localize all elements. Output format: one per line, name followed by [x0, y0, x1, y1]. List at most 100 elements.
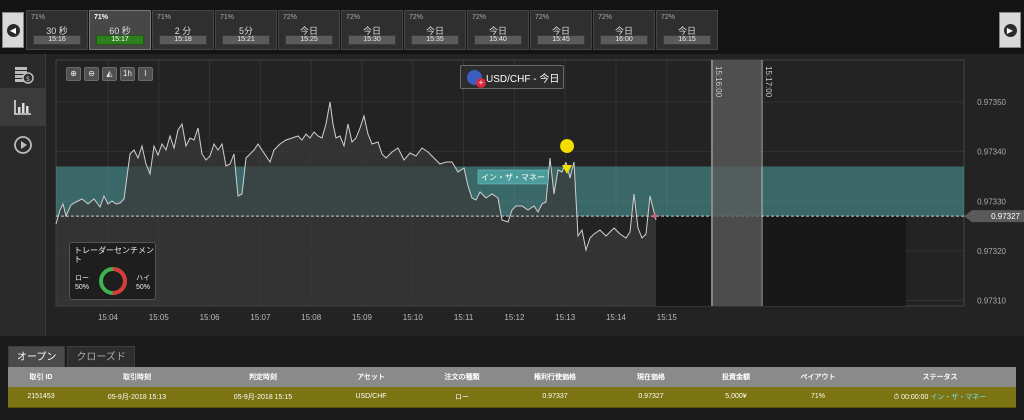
expiry-time: 15:35 — [411, 35, 459, 45]
expiry-payout: 71% — [31, 14, 46, 21]
area-chart-button[interactable]: ◭ — [102, 67, 117, 81]
line-chart-button[interactable]: ⌇ — [138, 67, 153, 81]
asset-label: USD/CHF - 今日 — [486, 73, 560, 85]
expiry-time: 15:30 — [348, 35, 396, 45]
column-header[interactable]: ペイアウト — [772, 367, 864, 387]
cell-type: ロー — [416, 387, 508, 408]
expiry-payout: 72% — [472, 14, 487, 21]
expiry-tab[interactable]: 71% 5分 15:21 — [215, 10, 277, 50]
expiry-payout: 72% — [598, 14, 613, 21]
column-header[interactable]: 判定時刻 — [200, 367, 326, 387]
expiry-payout: 72% — [409, 14, 424, 21]
positions-table: 取引 ID 取引時刻 判定時刻 アセット 注文の種類 権利行使価格 現在価格 投資金額 ペイアウ… — [8, 367, 1016, 408]
timeframe-button[interactable]: 1h — [120, 67, 135, 81]
expiry-tab[interactable]: 72% 今日 15:30 — [341, 10, 403, 50]
chart-toolbar: ⊕ ⊖ ◭ 1h ⌇ — [66, 67, 153, 81]
column-header[interactable]: 現在価格 — [602, 367, 700, 387]
x-tick-label: 15:06 — [200, 313, 221, 322]
cell-asset: USD/CHF — [326, 387, 416, 408]
sidebar-item-chart[interactable] — [0, 88, 46, 126]
cell-current: 0.97327 — [602, 387, 700, 408]
sentiment-low-pct: 50% — [75, 284, 90, 291]
sentiment-high: ハイ 50% — [136, 274, 150, 292]
expiry-tab[interactable]: 71% 2 分 15:18 — [152, 10, 214, 50]
expiry-label-2: 15:17:00 — [764, 66, 773, 98]
y-tick-label: 0.97330 — [977, 197, 1006, 206]
column-header[interactable]: 取引時刻 — [74, 367, 200, 387]
expiry-time: 15:17 — [96, 35, 144, 45]
sentiment-title: トレーダーセンチメント — [74, 246, 154, 264]
plus-icon: + — [476, 77, 486, 88]
expiry-bar: ◀ 71% 30 秒 15:16 71% 60 秒 15:17 71% 2 分 15:18 71%… — [0, 0, 1024, 54]
expiry-time: 15:25 — [285, 35, 333, 45]
status-text: イン・ザ・マネー — [930, 393, 987, 401]
positions-tabs: オープン クローズド — [8, 346, 135, 367]
x-tick-label: 15:12 — [504, 313, 525, 322]
tab-open[interactable]: オープン — [8, 346, 66, 367]
x-tick-label: 15:04 — [98, 313, 119, 322]
expiry-tab[interactable]: 72% 今日 16:00 — [593, 10, 655, 50]
coins-icon: $ — [15, 67, 34, 84]
expiry-time: 16:00 — [600, 35, 648, 45]
trader-sentiment: トレーダーセンチメント ロー 50% ハイ 50% — [69, 242, 156, 300]
x-tick-label: 15:08 — [301, 313, 322, 322]
expiry-payout: 71% — [220, 14, 235, 21]
column-header[interactable]: 注文の種類 — [416, 367, 508, 387]
chevron-right-icon: ▶ — [1003, 23, 1017, 37]
expiry-payout: 72% — [661, 14, 676, 21]
expiry-payout: 71% — [94, 14, 109, 21]
sidebar: $ — [0, 54, 46, 336]
sentiment-low-label: ロー — [75, 275, 89, 282]
column-header[interactable]: ステータス — [864, 367, 1016, 387]
y-tick-label: 0.97320 — [977, 247, 1006, 256]
x-tick-label: 15:13 — [555, 313, 576, 322]
expiry-time: 15:21 — [222, 35, 270, 45]
sidebar-item-play[interactable] — [0, 126, 46, 164]
x-tick-label: 15:14 — [606, 313, 627, 322]
zoom-out-button[interactable]: ⊖ — [84, 67, 99, 81]
sentiment-high-label: ハイ — [136, 275, 150, 282]
expiry-time: 15:40 — [474, 35, 522, 45]
bar-chart-icon — [14, 100, 31, 115]
future-zone — [656, 216, 906, 306]
expiry-tab[interactable]: 72% 今日 16:15 — [656, 10, 718, 50]
expiry-label-1: 15:16:00 — [714, 66, 723, 98]
zoom-in-button[interactable]: ⊕ — [66, 67, 81, 81]
expiry-tab[interactable]: 72% 今日 15:35 — [404, 10, 466, 50]
trade-marker — [560, 139, 575, 153]
expiry-tab[interactable]: 71% 60 秒 15:17 — [89, 10, 151, 50]
table-row[interactable]: 2151453 05-9月-2018 15:13 05-9月-2018 15:15 U… — [8, 387, 1016, 408]
expiry-tab[interactable]: 72% 今日 15:45 — [530, 10, 592, 50]
cell-expiry-time: 05-9月-2018 15:15 — [200, 387, 326, 408]
x-tick-label: 15:10 — [403, 313, 424, 322]
x-tick-label: 15:09 — [352, 313, 373, 322]
sentiment-low: ロー 50% — [75, 274, 89, 292]
asset-selector[interactable]: + USD/CHF - 今日 — [460, 65, 564, 89]
expiry-tab[interactable]: 71% 30 秒 15:16 — [26, 10, 88, 50]
cell-trade-time: 05-9月-2018 15:13 — [74, 387, 200, 408]
svg-text:$: $ — [26, 75, 30, 83]
tab-closed[interactable]: クローズド — [67, 346, 135, 367]
price-chart[interactable]: 0.97350 0.97340 0.97330 0.97320 0.97310 15:04… — [46, 54, 1024, 336]
expiry-time: 15:45 — [537, 35, 585, 45]
y-tick-label: 0.97340 — [977, 148, 1006, 157]
expiry-time: 16:15 — [663, 35, 711, 45]
scroll-right-button[interactable]: ▶ — [999, 12, 1021, 48]
expiry-tab[interactable]: 72% 今日 15:40 — [467, 10, 529, 50]
y-tick-label: 0.97310 — [977, 297, 1006, 306]
expiry-time: 15:16 — [33, 35, 81, 45]
last-price-dot — [653, 214, 657, 219]
scroll-left-button[interactable]: ◀ — [2, 12, 24, 48]
column-header[interactable]: アセット — [326, 367, 416, 387]
column-header[interactable]: 権利行使価格 — [508, 367, 602, 387]
flag-icon: + — [467, 69, 486, 88]
clock-icon: ⏱ — [893, 393, 902, 401]
zone-label: イン・ザ・マネー — [481, 173, 545, 182]
cell-strike: 0.97337 — [508, 387, 602, 408]
column-header[interactable]: 投資金額 — [700, 367, 772, 387]
column-header[interactable]: 取引 ID — [8, 367, 74, 387]
expiry-payout: 72% — [535, 14, 550, 21]
y-tick-label: 0.97350 — [977, 98, 1006, 107]
expiry-tab[interactable]: 72% 今日 15:25 — [278, 10, 340, 50]
x-tick-label: 15:11 — [454, 313, 474, 322]
